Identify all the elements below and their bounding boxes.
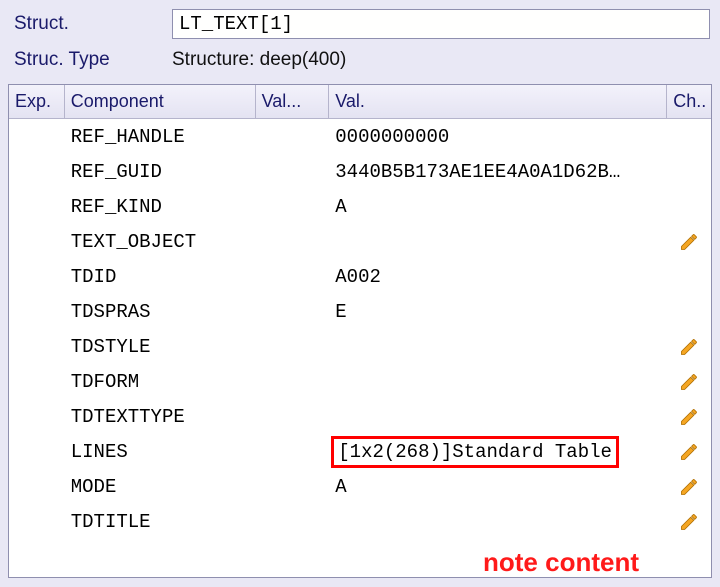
table-row[interactable]: MODE A [9,469,711,504]
cell-change[interactable] [667,372,711,392]
cell-change[interactable] [667,442,711,462]
table-row[interactable]: LINES [1x2(268)]Standard Table [9,434,711,469]
lines-highlight-box: [1x2(268)]Standard Table [331,436,619,468]
table-row[interactable]: TDFORM [9,364,711,399]
pencil-icon[interactable] [679,477,699,497]
pencil-icon[interactable] [679,372,699,392]
table-row[interactable]: REF_KIND A [9,189,711,224]
table-row[interactable]: TDTEXTTYPE [9,399,711,434]
cell-val2: E [329,301,667,323]
pencil-icon[interactable] [679,232,699,252]
cell-val2: A002 [329,266,667,288]
cell-component: LINES [65,441,256,463]
col-header-val1[interactable]: Val... [256,85,330,118]
cell-component: TDSPRAS [65,301,256,323]
cell-val2: 3440B5B173AE1EE4A0A1D62B… [329,161,667,183]
table-row[interactable]: TDSTYLE [9,329,711,364]
cell-val2: A [329,196,667,218]
cell-component: TDTITLE [65,511,256,533]
cell-val2: 0000000000 [329,126,667,148]
cell-val2: A [329,476,667,498]
cell-component: REF_KIND [65,196,256,218]
struc-type-value: Structure: deep(400) [172,49,346,71]
pencil-icon[interactable] [679,407,699,427]
struc-type-label: Struc. Type [14,49,172,71]
cell-val2: [1x2(268)]Standard Table [329,436,667,468]
cell-component: TDFORM [65,371,256,393]
struct-label: Struct. [14,13,172,35]
cell-change[interactable] [667,512,711,532]
cell-component: REF_HANDLE [65,126,256,148]
table-row[interactable]: TDID A002 [9,259,711,294]
cell-component: TDID [65,266,256,288]
table-header: Exp. Component Val... Val. Ch.. [9,85,711,119]
cell-component: TDTEXTTYPE [65,406,256,428]
struct-input[interactable] [172,9,710,39]
col-header-component[interactable]: Component [65,85,256,118]
cell-change[interactable] [667,407,711,427]
col-header-ch[interactable]: Ch.. [667,85,711,118]
table-row[interactable]: TDTITLE [9,504,711,539]
cell-change[interactable] [667,477,711,497]
cell-component: REF_GUID [65,161,256,183]
pencil-icon[interactable] [679,512,699,532]
col-header-exp[interactable]: Exp. [9,85,65,118]
cell-component: TDSTYLE [65,336,256,358]
cell-component: MODE [65,476,256,498]
annotation-note-content: note content [483,547,639,578]
cell-change[interactable] [667,232,711,252]
pencil-icon[interactable] [679,442,699,462]
cell-change[interactable] [667,337,711,357]
pencil-icon[interactable] [679,337,699,357]
table-row[interactable]: REF_GUID 3440B5B173AE1EE4A0A1D62B… [9,154,711,189]
table-row[interactable]: TDSPRAS E [9,294,711,329]
table-row[interactable]: REF_HANDLE 0000000000 [9,119,711,154]
structure-table: Exp. Component Val... Val. Ch.. REF_HAND… [8,84,712,578]
cell-component: TEXT_OBJECT [65,231,256,253]
table-row[interactable]: TEXT_OBJECT [9,224,711,259]
col-header-val2[interactable]: Val. [329,85,667,118]
